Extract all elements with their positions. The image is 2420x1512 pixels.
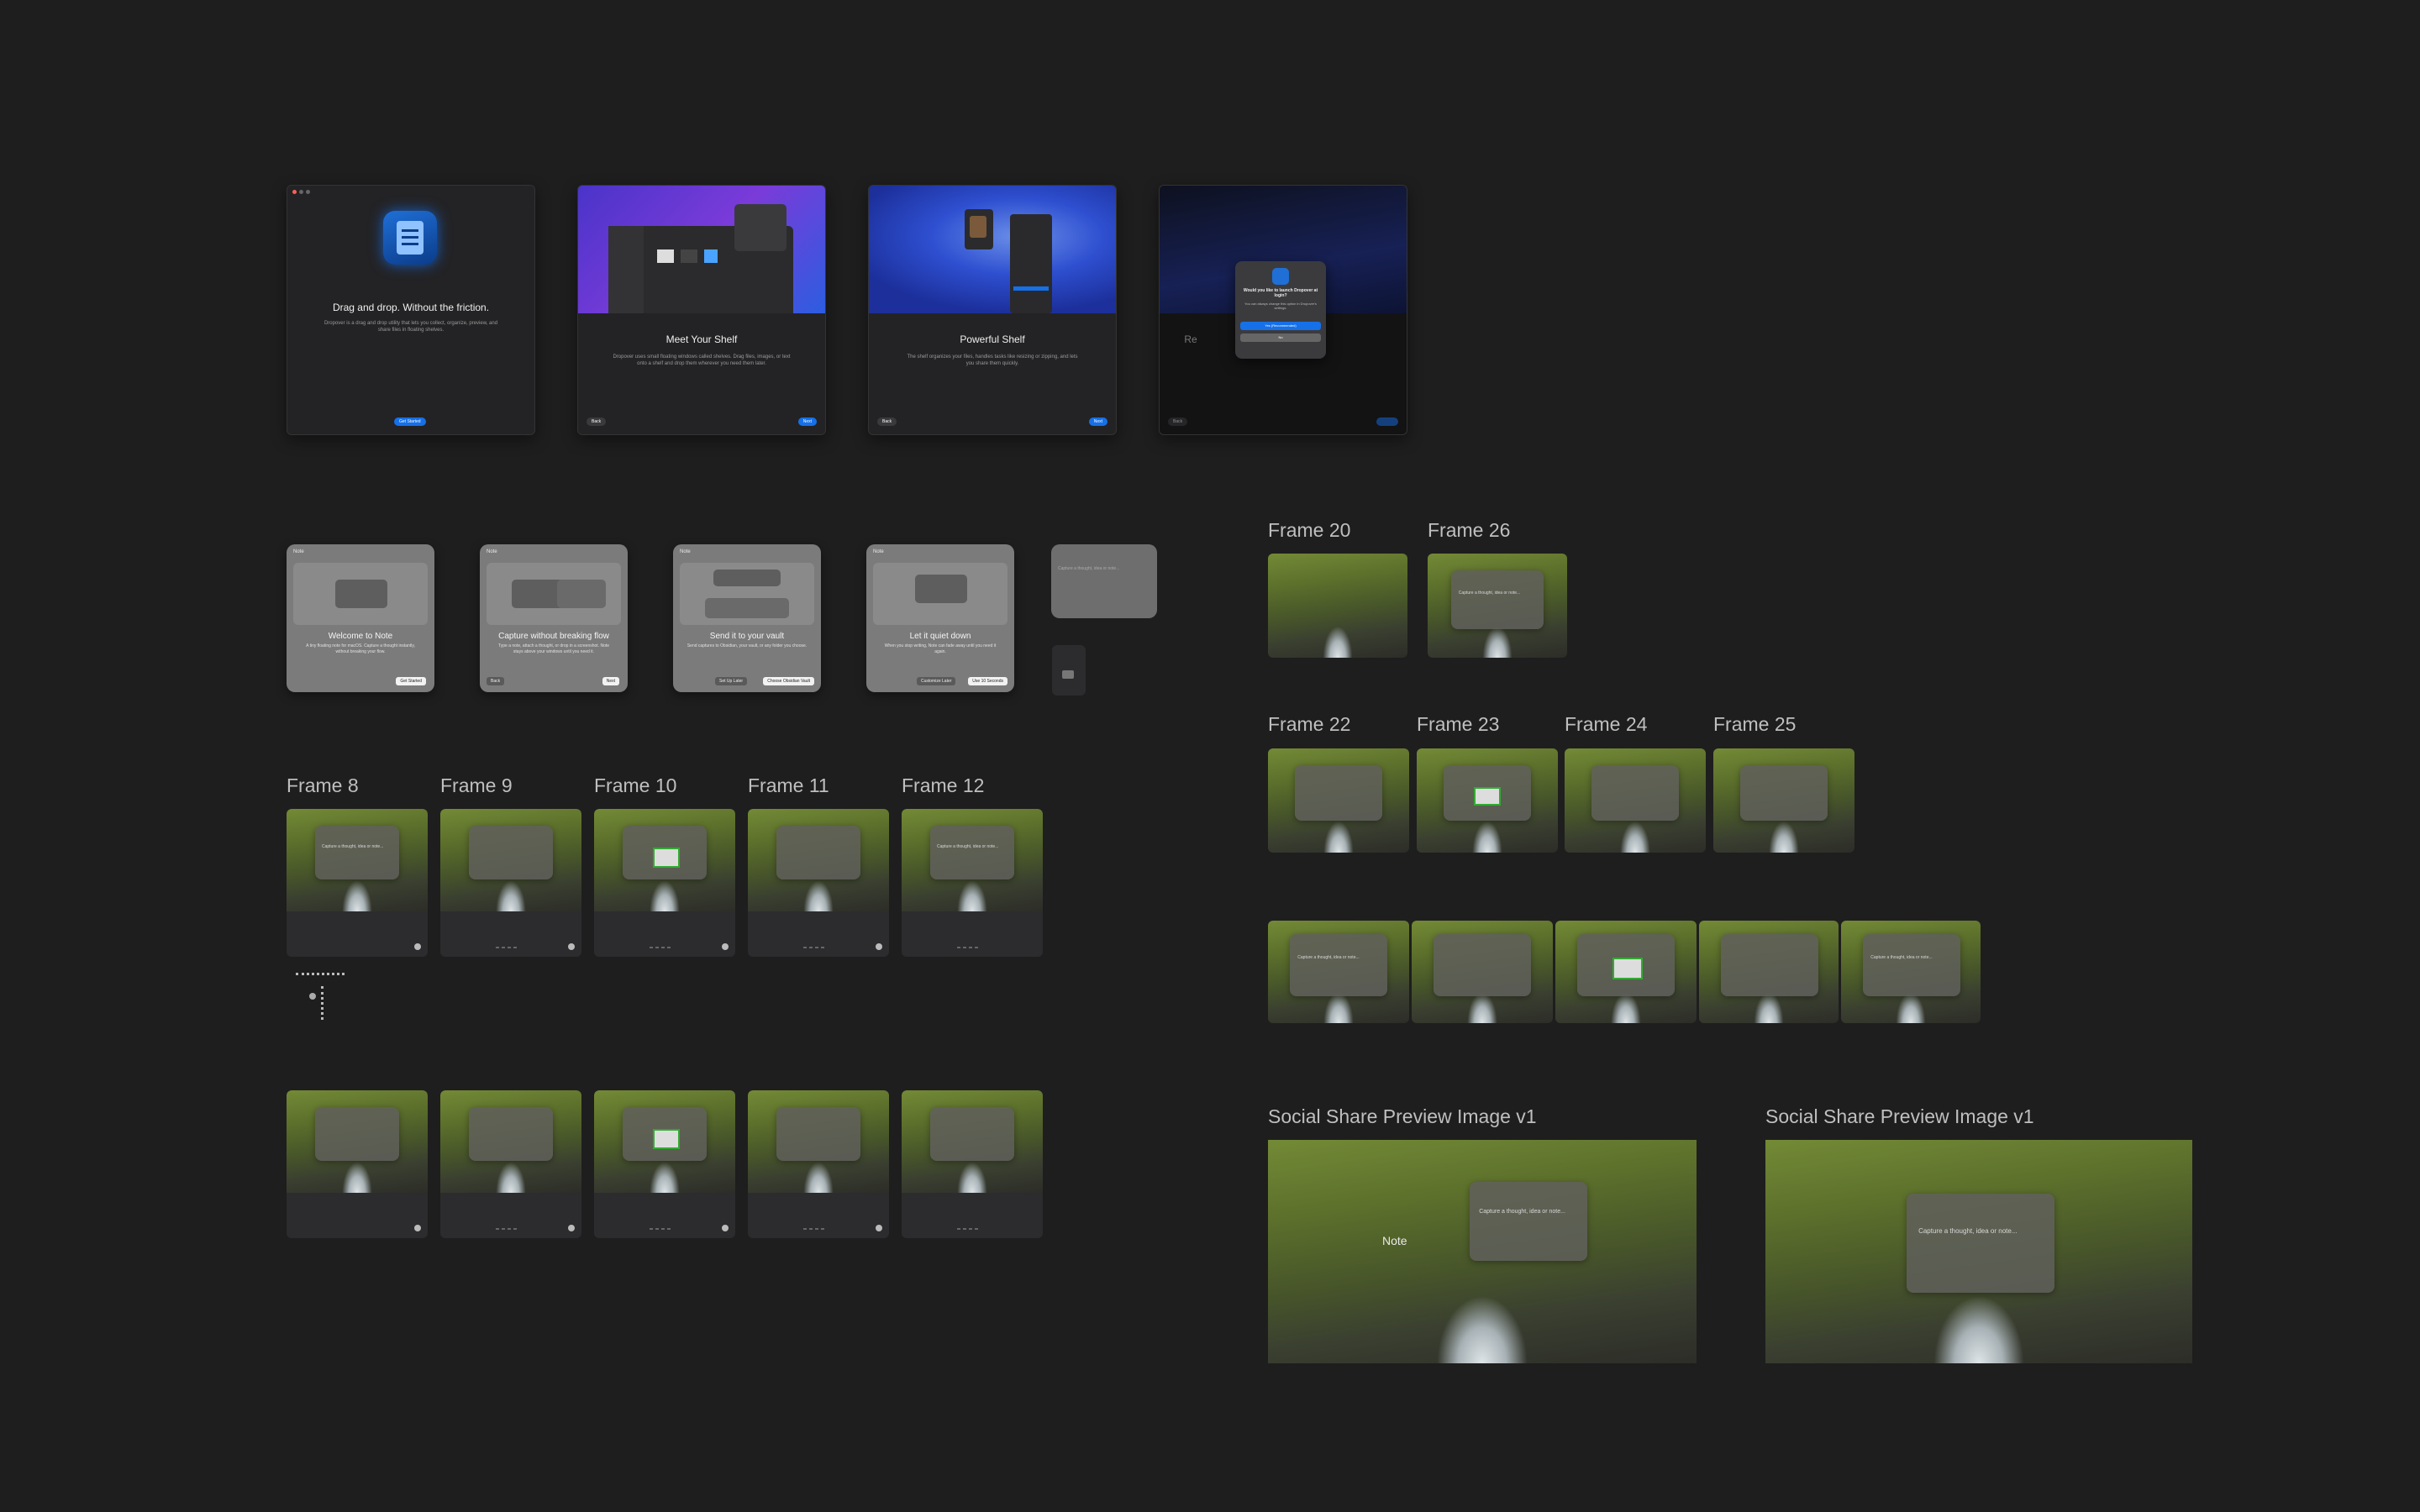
frame-thumbnail (594, 809, 735, 957)
frame-22-thumbnail (1268, 748, 1409, 853)
frame-label: Frame 10 (594, 774, 677, 796)
shelf-mockup (965, 209, 993, 249)
card-title: Send it to your vault (709, 632, 785, 641)
app-name: Note (680, 549, 691, 554)
frame-thumbnail (748, 1090, 889, 1238)
app-name: Note (873, 549, 884, 554)
card-title: Welcome to Note (328, 632, 393, 641)
customize-later-button[interactable]: Customize Later (917, 677, 956, 685)
app-icon (383, 211, 437, 265)
frame-thumbnail (748, 809, 889, 957)
app-name: Note (293, 549, 304, 554)
no-button[interactable]: No (1240, 333, 1321, 342)
onboarding-title: Meet Your Shelf (666, 333, 738, 345)
frame-26-thumbnail: Capture a thought, idea or note... (1428, 554, 1567, 658)
get-started-button[interactable]: Get Started (396, 677, 426, 685)
frame-thumbnail: Capture a thought, idea or note... (287, 809, 428, 957)
frame-thumbnail (1699, 921, 1839, 1023)
frame-24-thumbnail (1565, 748, 1706, 853)
back-button[interactable]: Back (487, 677, 505, 685)
frame-label: Frame 25 (1713, 713, 1797, 735)
card-text: Send captures to Obsidian, your vault, o… (687, 643, 808, 648)
note-onboarding-card-3: Note Send it to your vault Send captures… (673, 544, 821, 692)
frame-label: Frame 24 (1565, 713, 1648, 735)
back-button[interactable]: Back (877, 417, 897, 426)
onboarding-window-4: Re Would you like to launch Dropover at … (1159, 185, 1407, 435)
frame-23-thumbnail (1417, 748, 1558, 853)
onboarding-title: Powerful Shelf (960, 333, 1025, 345)
frame-label: Frame 11 (748, 774, 829, 796)
app-name: Note (487, 549, 497, 554)
frame-thumbnail: Capture a thought, idea or note... (1268, 921, 1409, 1023)
frame-25-thumbnail (1713, 748, 1854, 853)
note-onboarding-card-1: Note Welcome to Note A tiny floating not… (287, 544, 434, 692)
frame-thumbnail (440, 1090, 581, 1238)
set-up-later-button[interactable]: Set Up Later (715, 677, 748, 685)
card-title: Capture without breaking flow (498, 632, 609, 641)
frame-thumbnail (902, 1090, 1043, 1238)
frame-thumbnail (440, 809, 581, 957)
frame-thumbnail (287, 1090, 428, 1238)
note-onboarding-card-2: Note Capture without breaking flow Type … (480, 544, 628, 692)
onboarding-body: Dropover uses small floating windows cal… (613, 354, 791, 366)
scatter-glyphs (296, 973, 346, 1032)
frame-label: Frame 20 (1268, 519, 1351, 541)
onboarding-title: Drag and drop. Without the friction. (332, 302, 490, 313)
social-share-preview-1: Note Capture a thought, idea or note... (1268, 1140, 1697, 1363)
frame-label: Frame 23 (1417, 713, 1500, 735)
frame-label: Frame 12 (902, 774, 985, 796)
get-started-button[interactable]: Get Started (394, 417, 426, 426)
use-10-seconds-button[interactable]: Use 10 Seconds (968, 677, 1007, 685)
login-dialog: Would you like to launch Dropover at log… (1235, 261, 1326, 359)
social-share-preview-2: Capture a thought, idea or note... (1765, 1140, 2192, 1363)
frame-label: Frame 8 (287, 774, 359, 796)
back-button[interactable]: Back (587, 417, 607, 426)
app-icon (1272, 268, 1289, 285)
context-menu (1010, 214, 1052, 313)
frame-label: Social Share Preview Image v1 (1765, 1105, 2034, 1127)
frame-thumbnail: Capture a thought, idea or note... (902, 809, 1043, 957)
next-button[interactable] (1376, 417, 1398, 426)
card-text: When you stop writing, Note can fade awa… (884, 643, 997, 654)
choose-vault-button[interactable]: Choose Obsidian Vault (763, 677, 814, 685)
onboarding-body: The shelf organizes your files, handles … (907, 354, 1078, 366)
card-title: Let it quiet down (909, 632, 971, 641)
frame-label: Frame 26 (1428, 519, 1511, 541)
card-text: A tiny floating note for macOS. Capture … (306, 643, 415, 654)
frame-thumbnail: Capture a thought, idea or note... (1841, 921, 1981, 1023)
hero-image (869, 186, 1116, 313)
frame-20-thumbnail (1268, 554, 1407, 658)
onboarding-window-1: Drag and drop. Without the friction. Dro… (287, 185, 535, 435)
traffic-lights[interactable] (292, 190, 310, 194)
onboarding-window-2: Meet Your Shelf Dropover uses small floa… (577, 185, 826, 435)
next-button[interactable]: Next (602, 677, 619, 685)
share-brand: Note (1382, 1234, 1407, 1247)
frame-label: Social Share Preview Image v1 (1268, 1105, 1537, 1127)
note-onboarding-card-4: Note Let it quiet down When you stop wri… (866, 544, 1014, 692)
next-button[interactable]: Next (797, 417, 817, 426)
frame-thumbnail (1555, 921, 1697, 1023)
frame-thumbnail (594, 1090, 735, 1238)
onboarding-window-3: Powerful Shelf The shelf organizes your … (868, 185, 1117, 435)
frame-label: Frame 22 (1268, 713, 1351, 735)
card-text: Type a note, attach a thought, or drop i… (497, 643, 610, 654)
dialog-title: Would you like to launch Dropover at log… (1243, 288, 1318, 298)
collapsed-note-icon[interactable] (1052, 645, 1086, 696)
frame-thumbnail (1412, 921, 1553, 1023)
frame-label: Frame 9 (440, 774, 513, 796)
dialog-body: You can always change this option in Dro… (1244, 302, 1317, 310)
finder-mockup (608, 204, 793, 313)
onboarding-body: Dropover is a drag and drop utility that… (324, 321, 498, 333)
yes-button[interactable]: Yes (Recommended) (1240, 322, 1321, 330)
note-placeholder[interactable]: Capture a thought, idea or note... (1058, 566, 1119, 571)
floating-note-small[interactable]: Capture a thought, idea or note... (1051, 544, 1157, 618)
back-button[interactable]: Back (1168, 417, 1188, 426)
next-button[interactable]: Next (1088, 417, 1107, 426)
